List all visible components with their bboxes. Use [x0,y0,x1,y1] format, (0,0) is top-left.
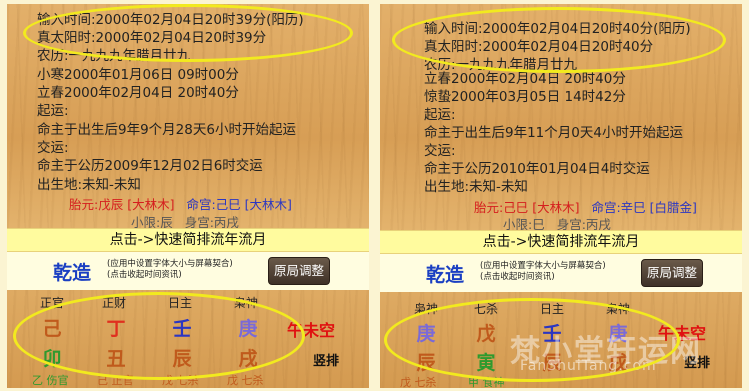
mid-control-area: 乾造 (应用中设置字体大小与屏幕契合) (点击收起时间资讯) 原局调整 [380,254,742,292]
ming-gong-label: 命宫:己巳 [186,197,241,212]
qian-zao-label: 乾造 [426,264,465,286]
right-chart-panel: 输入时间:2000年02月04日20时40分(阳历) 真太阳时:2000年02月… [380,4,742,388]
palace-row: 胎元:戊辰 [大林木] 命宫:己巳 [大林木] [69,194,292,213]
ten-god-year: 枭神 [413,302,438,316]
true-solar-time-line: 真太阳时:2000年02月04日20时40分 [424,39,654,55]
hint-text[interactable]: (应用中设置字体大小与屏幕契合) (点击收起时间资讯) [107,259,233,281]
hint-font-size: (应用中设置字体大小与屏幕契合) [107,259,233,269]
kong-wang: 午未空 [287,321,336,340]
hidden-stem-day: 戊 七杀 [162,374,199,387]
hint-collapse: (点击收起时间资讯) [107,270,182,280]
input-time-line: 输入时间:2000年02月04日20时40分(阳历) [424,21,691,37]
jiaoyun-label: 交运: [37,140,69,156]
hidden-stem-year: 乙 伤官 [32,374,69,387]
quick-liunian-bar[interactable]: 点击->快速简排流年流月 [7,228,369,252]
branch-year: 卯 [42,348,62,370]
branch-month: 寅 [476,352,496,374]
ten-god-hour: 枭神 [605,302,630,316]
hidden-stem-year: 戊 七杀 [400,376,437,388]
watermark-subtext: FanShuiTang.com [520,358,657,374]
tai-yuan-nayin: [大林木] [127,197,175,212]
ten-god-month: 正财 [101,296,126,310]
stem-year: 己 [42,318,62,340]
hidden-stem-hour: 戊 七杀 [227,374,264,387]
stem-day: 壬 [172,318,192,340]
birthplace-line: 出生地:未知-未知 [37,177,141,193]
ten-god-day: 日主 [167,296,192,310]
branch-month: 丑 [106,348,126,370]
qian-zao-label: 乾造 [53,262,92,284]
hint-text[interactable]: (应用中设置字体大小与屏幕契合) (点击收起时间资讯) [480,261,606,283]
mid-control-area: 乾造 (应用中设置字体大小与屏幕契合) (点击收起时间资讯) 原局调整 [7,252,369,290]
ten-god-hour: 枭神 [233,296,258,310]
hidden-stem-month: 己 正官 [97,374,134,387]
vertical-layout-toggle[interactable]: 竖排 [313,350,339,369]
ming-gong-nayin: [白腊金] [649,200,697,215]
tai-yuan-nayin: [大林木] [532,200,580,215]
solar-term-prev-line: 小寒2000年01月06日 09时00分 [37,67,239,83]
stem-month: 丁 [106,318,126,340]
qiyun-label: 起运: [424,107,456,123]
stem-month: 戊 [476,323,496,345]
qiyun-value: 命主于出生后9年11个月0天4小时开始起运 [424,125,683,141]
quick-liunian-bar[interactable]: 点击->快速简排流年流月 [380,230,742,254]
stem-year: 庚 [416,323,436,345]
lunar-date-line: 农历:一九九九年腊月廿九 [37,48,191,64]
adjust-chart-button[interactable]: 原局调整 [641,259,703,287]
branch-year: 辰 [416,352,436,374]
stem-hour: 庚 [238,318,258,340]
birthplace-line: 出生地:未知-未知 [424,179,528,195]
jiaoyun-label: 交运: [424,143,456,159]
qiyun-value: 命主于出生后9年9个月28天6小时开始起运 [37,122,296,138]
ten-god-year: 正官 [39,296,64,310]
adjust-chart-button[interactable]: 原局调整 [268,257,330,285]
jiaoyun-value: 命主于公历2010年01月04日4时交运 [424,161,650,177]
jiaoyun-value: 命主于公历2009年12月02日6时交运 [37,158,263,174]
hint-collapse: (点击收起时间资讯) [480,272,555,282]
hidden-stem-month: 甲 食神 [468,376,505,388]
solar-term-next-line: 惊蛰2000年03月05日 14时42分 [424,89,626,105]
ming-gong-label: 命宫:辛巳 [591,200,646,215]
solar-term-next-line: 立春2000年02月04日 20时40分 [37,85,239,101]
ten-god-day: 日主 [539,302,564,316]
branch-day: 辰 [172,348,192,370]
branch-hour: 戌 [238,348,258,370]
solar-term-prev-line: 立春2000年02月04日 20时40分 [424,71,626,87]
tai-yuan-label: 胎元:戊辰 [69,197,124,212]
qiyun-label: 起运: [37,103,69,119]
ming-gong-nayin: [大林木] [244,197,292,212]
tai-yuan-label: 胎元:己巳 [474,200,529,215]
input-time-line: 输入时间:2000年02月04日20时39分(阳历) [37,12,304,28]
ten-god-month: 七杀 [473,302,498,316]
left-chart-panel: 输入时间:2000年02月04日20时39分(阳历) 真太阳时:2000年02月… [7,4,369,388]
hint-font-size: (应用中设置字体大小与屏幕契合) [480,261,606,271]
true-solar-time-line: 真太阳时:2000年02月04日20时39分 [37,30,267,46]
